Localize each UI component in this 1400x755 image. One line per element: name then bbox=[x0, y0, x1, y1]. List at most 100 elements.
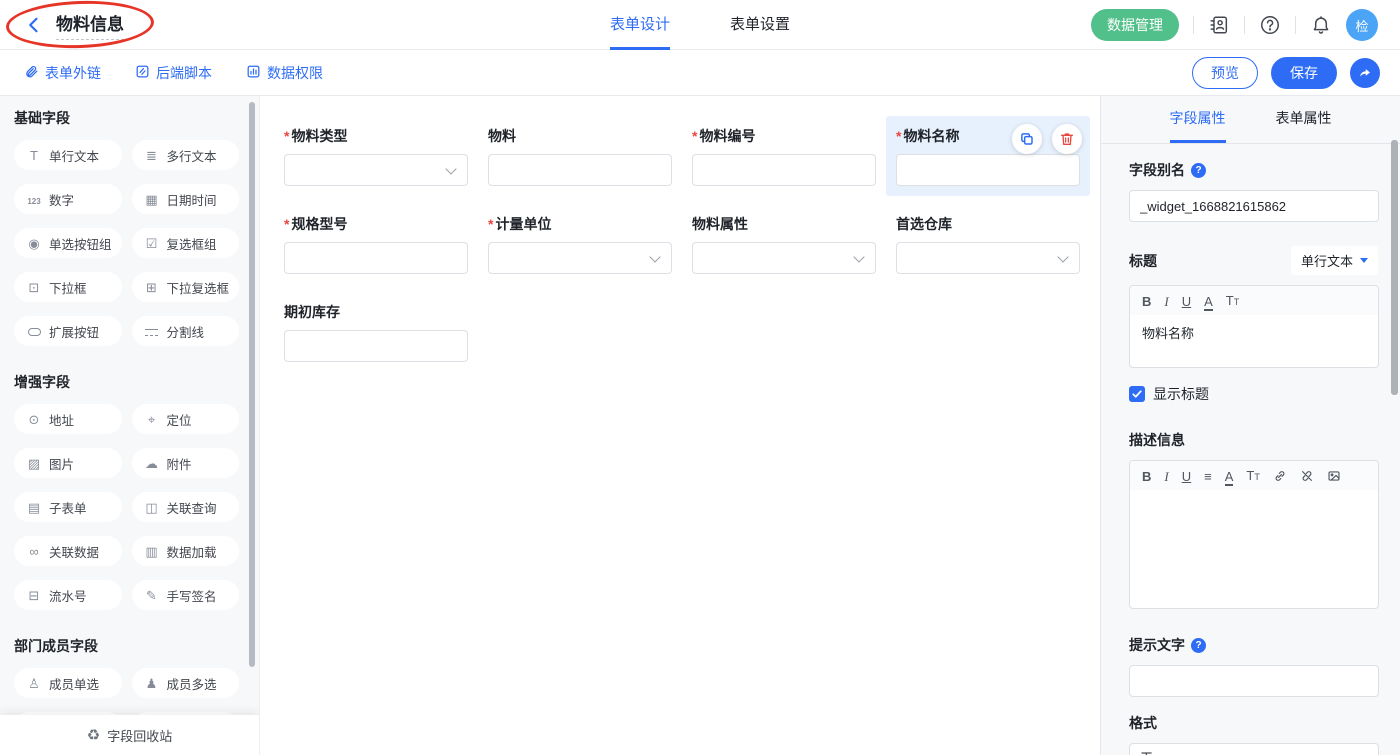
field-select[interactable] bbox=[896, 242, 1080, 274]
field-select[interactable] bbox=[692, 242, 876, 274]
toolbar-bold-icon[interactable]: B bbox=[1142, 469, 1151, 484]
form-designer-app: 物料信息 表单设计 表单设置 数据管理 bbox=[0, 0, 1400, 755]
required-asterisk: * bbox=[488, 216, 493, 232]
format-label: 格式 bbox=[1129, 713, 1157, 733]
field-pill[interactable]: ▨图片 bbox=[14, 448, 122, 478]
dropdown-multi-icon: ⊞ bbox=[144, 281, 160, 294]
toolbar-link[interactable]: 后端脚本 bbox=[135, 63, 212, 83]
hint-input[interactable] bbox=[1129, 665, 1379, 697]
field-pill[interactable]: ♟成员多选 bbox=[132, 668, 240, 698]
toolbar-link[interactable]: 表单外链 bbox=[24, 63, 101, 83]
chevron-down-icon bbox=[445, 163, 456, 174]
field-pill[interactable]: ∞关联数据 bbox=[14, 536, 122, 566]
toolbar-link-icon[interactable] bbox=[1273, 469, 1287, 484]
field-pill[interactable]: 123数字 bbox=[14, 184, 122, 214]
bell-icon[interactable] bbox=[1310, 14, 1332, 36]
title-label: 标题 bbox=[1129, 251, 1157, 271]
signature-icon: ✎ bbox=[144, 589, 160, 602]
field-pill[interactable]: ▤子表单 bbox=[14, 492, 122, 522]
panel-tabs: 字段属性 表单属性 bbox=[1101, 96, 1400, 144]
alias-help-icon[interactable]: ? bbox=[1191, 163, 1206, 178]
address-book-icon[interactable] bbox=[1208, 14, 1230, 36]
toolbar-font-size-icon[interactable]: TT bbox=[1226, 293, 1239, 310]
field-pill[interactable]: ☑复选框组 bbox=[132, 228, 240, 258]
field-pill[interactable]: 扩展按钮 bbox=[14, 316, 122, 346]
form-field[interactable]: *物料编号 bbox=[682, 116, 886, 196]
triangle-down-icon bbox=[1360, 258, 1368, 263]
back-button[interactable] bbox=[24, 15, 44, 35]
location-icon: ⌖ bbox=[144, 413, 160, 426]
panel-tab[interactable]: 表单属性 bbox=[1276, 96, 1332, 143]
field-select[interactable] bbox=[284, 154, 468, 186]
divider bbox=[1295, 16, 1296, 34]
toolbar-bold-icon[interactable]: B bbox=[1142, 294, 1151, 309]
field-input[interactable] bbox=[896, 154, 1080, 186]
form-field[interactable]: *计量单位 bbox=[478, 204, 682, 284]
form-field[interactable]: 物料 bbox=[478, 116, 682, 196]
toolbar-font-size-icon[interactable]: TT bbox=[1246, 468, 1259, 485]
field-pill[interactable]: ◫关联查询 bbox=[132, 492, 240, 522]
save-button[interactable]: 保存 bbox=[1271, 57, 1337, 89]
toolbar-align-icon[interactable]: ≡ bbox=[1204, 469, 1212, 484]
field-pill[interactable]: ⊞下拉复选框 bbox=[132, 272, 240, 302]
hint-help-icon[interactable]: ? bbox=[1191, 638, 1206, 653]
member-single-icon: ♙ bbox=[26, 677, 42, 690]
toolbar-unlink-icon[interactable] bbox=[1300, 469, 1314, 484]
sidebar-scrollbar[interactable] bbox=[249, 102, 255, 667]
copy-field-button[interactable] bbox=[1012, 124, 1042, 154]
field-pill[interactable]: ⊙地址 bbox=[14, 404, 122, 434]
field-input[interactable] bbox=[284, 330, 468, 362]
alias-label-row: 字段别名 ? bbox=[1129, 160, 1378, 180]
toolbar-italic-icon[interactable]: I bbox=[1164, 294, 1168, 309]
form-field[interactable]: *规格型号 bbox=[274, 204, 478, 284]
field-pill[interactable]: T单行文本 bbox=[14, 140, 122, 170]
data-manage-button[interactable]: 数据管理 bbox=[1091, 9, 1179, 41]
header-tab[interactable]: 表单设计 bbox=[610, 0, 670, 50]
title-editor-content[interactable]: 物料名称 bbox=[1130, 315, 1378, 367]
toolbar-link[interactable]: 数据权限 bbox=[246, 63, 323, 83]
help-icon[interactable] bbox=[1259, 14, 1281, 36]
form-field[interactable]: *物料类型 bbox=[274, 116, 478, 196]
user-avatar[interactable]: 检 bbox=[1346, 9, 1378, 41]
share-button[interactable] bbox=[1350, 58, 1380, 88]
show-title-checkbox[interactable] bbox=[1129, 386, 1145, 402]
header-tab[interactable]: 表单设置 bbox=[730, 0, 790, 50]
form-field[interactable]: 物料属性 bbox=[682, 204, 886, 284]
field-select[interactable] bbox=[488, 242, 672, 274]
field-pill[interactable]: ≣多行文本 bbox=[132, 140, 240, 170]
field-input[interactable] bbox=[284, 242, 468, 274]
field-input[interactable] bbox=[488, 154, 672, 186]
field-pill[interactable]: ⊟流水号 bbox=[14, 580, 122, 610]
preview-button[interactable]: 预览 bbox=[1192, 57, 1258, 89]
show-title-row[interactable]: 显示标题 bbox=[1129, 384, 1378, 404]
toolbar-image-icon[interactable] bbox=[1327, 469, 1341, 484]
field-pill[interactable]: ◉单选按钮组 bbox=[14, 228, 122, 258]
form-field[interactable]: 期初库存 bbox=[274, 292, 478, 372]
form-field[interactable]: 首选仓库 bbox=[886, 204, 1090, 284]
description-editor-content[interactable] bbox=[1130, 490, 1378, 608]
field-pill[interactable]: ⊡下拉框 bbox=[14, 272, 122, 302]
toolbar-color-icon[interactable]: A bbox=[1225, 469, 1234, 484]
field-pill[interactable]: ✎手写签名 bbox=[132, 580, 240, 610]
page-title[interactable]: 物料信息 bbox=[56, 10, 124, 40]
field-pill[interactable]: ▥数据加载 bbox=[132, 536, 240, 566]
panel-tab[interactable]: 字段属性 bbox=[1170, 96, 1226, 143]
field-pill[interactable]: 分割线 bbox=[132, 316, 240, 346]
field-input[interactable] bbox=[692, 154, 876, 186]
form-field-selected[interactable]: *物料名称 bbox=[886, 116, 1090, 196]
format-select[interactable]: 无 bbox=[1129, 743, 1379, 755]
panel-scrollbar[interactable] bbox=[1391, 140, 1398, 395]
field-pill[interactable]: ⌖定位 bbox=[132, 404, 240, 434]
checkbox-group-icon: ☑ bbox=[144, 237, 160, 250]
toolbar-underline-icon[interactable]: U bbox=[1182, 469, 1191, 484]
field-type-select[interactable]: 单行文本 bbox=[1291, 246, 1378, 275]
alias-input[interactable] bbox=[1129, 190, 1379, 222]
field-pill[interactable]: ☁附件 bbox=[132, 448, 240, 478]
field-pill[interactable]: ♙成员单选 bbox=[14, 668, 122, 698]
delete-field-button[interactable] bbox=[1052, 124, 1082, 154]
toolbar-underline-icon[interactable]: U bbox=[1182, 294, 1191, 309]
toolbar-color-icon[interactable]: A bbox=[1204, 294, 1213, 309]
field-pill[interactable]: ▦日期时间 bbox=[132, 184, 240, 214]
toolbar-italic-icon[interactable]: I bbox=[1164, 469, 1168, 484]
field-recycle-bin[interactable]: ♻ 字段回收站 bbox=[0, 715, 259, 755]
